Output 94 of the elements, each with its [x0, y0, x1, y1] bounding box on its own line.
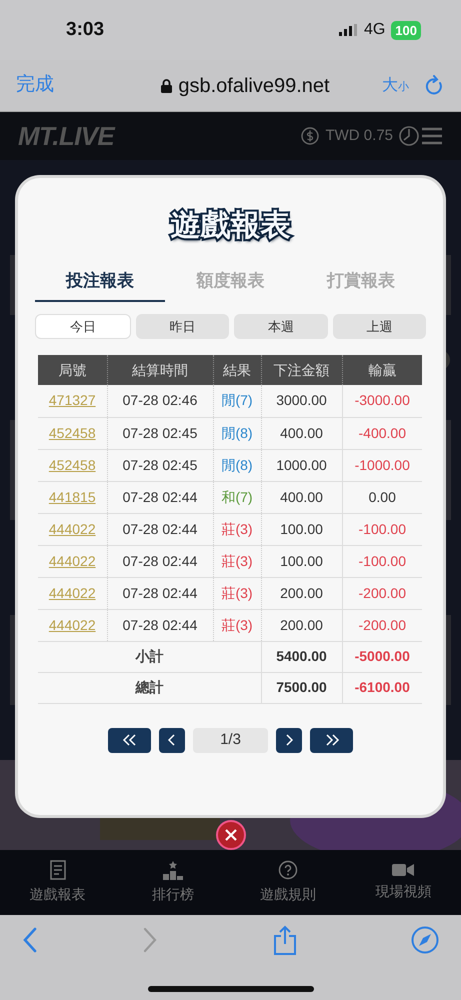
question-icon	[278, 860, 298, 880]
close-icon	[225, 829, 237, 841]
summary-label: 總計	[38, 672, 261, 703]
signal-icon	[338, 24, 357, 36]
reload-icon[interactable]	[425, 74, 445, 96]
table-cell: 200.00	[261, 609, 342, 641]
site-logo: MT.LIVE	[18, 120, 114, 152]
url-text[interactable]: gsb.ofalive99.net	[178, 70, 330, 100]
column-header: 結算時間	[107, 355, 213, 385]
round-link[interactable]: 452458	[48, 456, 96, 472]
table-cell: 07-28 02:46	[107, 385, 213, 417]
table-cell: -3000.00	[342, 385, 422, 417]
result-cell: 和(7)	[213, 481, 261, 513]
round-link[interactable]: 444022	[48, 520, 96, 536]
table-cell: 1000.00	[261, 449, 342, 481]
table-cell: -200.00	[342, 577, 422, 609]
table-cell: -1000.00	[342, 449, 422, 481]
table-cell: 07-28 02:44	[107, 481, 213, 513]
result-cell: 閒(7)	[213, 385, 261, 417]
page-indicator: 1/3	[193, 728, 268, 752]
table-cell: 5400.00	[261, 641, 342, 672]
table-cell: 400.00	[261, 481, 342, 513]
chevron-right-icon	[285, 734, 293, 746]
lock-icon	[161, 78, 172, 92]
period-button[interactable]: 上週	[332, 314, 426, 339]
result-cell: 閒(8)	[213, 417, 261, 449]
result-cell: 閒(8)	[213, 449, 261, 481]
result-cell: 莊(3)	[213, 609, 261, 641]
period-button[interactable]: 昨日	[136, 314, 229, 339]
table-cell: 3000.00	[261, 385, 342, 417]
chevron-left-icon	[168, 734, 176, 746]
round-link[interactable]: 441815	[48, 488, 96, 504]
double-chevron-left-icon	[122, 734, 138, 746]
table-cell: 7500.00	[261, 672, 342, 703]
table-cell: -6100.00	[342, 672, 422, 703]
table-cell: 07-28 02:44	[107, 609, 213, 641]
menu-icon[interactable]	[421, 127, 443, 145]
table-cell: 400.00	[261, 417, 342, 449]
previous-page-button[interactable]	[159, 728, 185, 752]
clock-icon[interactable]	[399, 126, 419, 146]
table-cell: -100.00	[342, 513, 422, 545]
table-cell: -5000.00	[342, 641, 422, 672]
podium-icon	[162, 860, 184, 880]
summary-label: 小計	[38, 641, 261, 672]
first-page-button[interactable]	[108, 728, 151, 752]
battery-indicator: 100	[391, 20, 421, 40]
table-cell: 100.00	[261, 513, 342, 545]
column-header: 下注金額	[261, 355, 342, 385]
dialog-title: 遊戲報表	[35, 206, 426, 246]
table-cell: 07-28 02:44	[107, 545, 213, 577]
column-header: 結果	[213, 355, 261, 385]
nav-tab[interactable]: 現場視頻	[346, 850, 461, 915]
report-tab[interactable]: 投注報表	[35, 262, 166, 302]
round-link[interactable]: 444022	[48, 584, 96, 600]
table-cell: 07-28 02:45	[107, 417, 213, 449]
back-icon[interactable]	[22, 927, 38, 953]
report-tab[interactable]: 打賞報表	[296, 262, 426, 302]
balance-text: TWD 0.75	[325, 126, 393, 146]
done-button[interactable]: 完成	[16, 71, 54, 100]
table-cell: -200.00	[342, 609, 422, 641]
table-cell: 07-28 02:44	[107, 513, 213, 545]
video-camera-icon	[392, 863, 414, 877]
column-header: 局號	[38, 355, 107, 385]
period-button[interactable]: 本週	[234, 314, 328, 339]
column-header: 輸贏	[342, 355, 422, 385]
round-link[interactable]: 471327	[48, 392, 96, 408]
round-link[interactable]: 444022	[48, 552, 96, 568]
next-page-button[interactable]	[276, 728, 302, 752]
report-tab[interactable]: 額度報表	[165, 262, 296, 302]
table-cell: -100.00	[342, 545, 422, 577]
nav-tab[interactable]: 排行榜	[115, 850, 230, 915]
network-label: 4G	[364, 20, 386, 40]
round-link[interactable]: 444022	[48, 616, 96, 632]
compass-icon[interactable]	[410, 926, 439, 954]
double-chevron-right-icon	[324, 734, 340, 746]
period-button[interactable]: 今日	[35, 314, 130, 339]
table-cell: -400.00	[342, 417, 422, 449]
table-cell: 100.00	[261, 545, 342, 577]
result-cell: 莊(3)	[213, 513, 261, 545]
clock: 3:03	[66, 18, 104, 42]
nav-tab[interactable]: 遊戲報表	[0, 850, 116, 915]
table-cell: 0.00	[342, 481, 422, 513]
share-icon[interactable]	[272, 925, 297, 955]
result-cell: 莊(3)	[213, 577, 261, 609]
table-cell: 07-28 02:44	[107, 577, 213, 609]
text-size-button[interactable]: 大小	[382, 74, 409, 98]
table-cell: 07-28 02:45	[107, 449, 213, 481]
round-link[interactable]: 452458	[48, 424, 96, 440]
document-icon	[50, 860, 66, 880]
table-cell: 200.00	[261, 577, 342, 609]
result-cell: 莊(3)	[213, 545, 261, 577]
nav-tab[interactable]: 遊戲規則	[230, 850, 346, 915]
coin-icon	[301, 127, 320, 145]
last-page-button[interactable]	[310, 728, 353, 752]
